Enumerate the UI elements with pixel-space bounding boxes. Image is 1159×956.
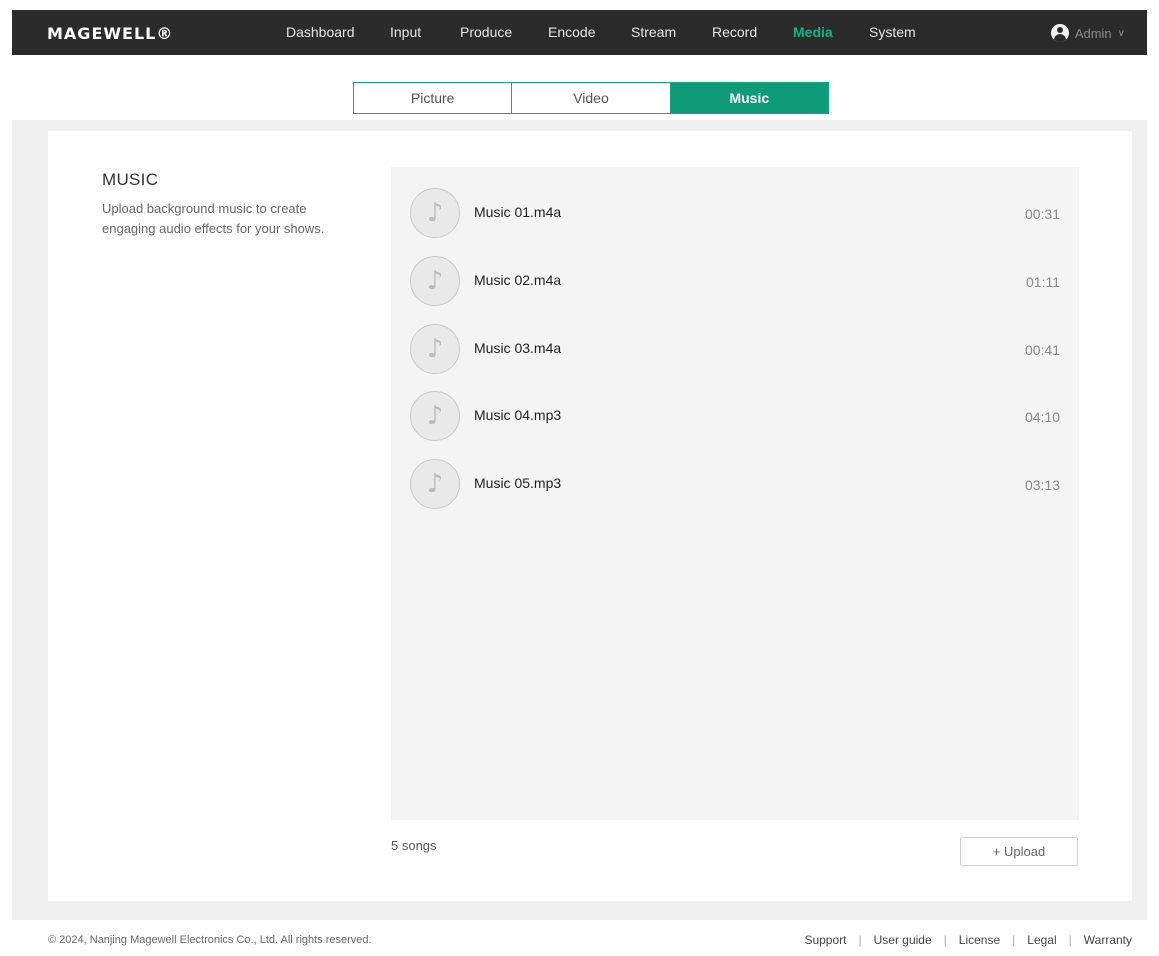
nav-item-media[interactable]: Media xyxy=(793,24,833,40)
list-item[interactable]: ♪ Music 01.m4a 00:31 xyxy=(391,182,1079,242)
footer-links: Support | User guide | License | Legal |… xyxy=(804,933,1132,947)
nav-item-input[interactable]: Input xyxy=(390,24,421,40)
music-file-name: Music 01.m4a xyxy=(474,204,562,220)
list-item[interactable]: ♪ Music 05.mp3 03:13 xyxy=(391,453,1079,513)
upload-button[interactable]: + Upload xyxy=(960,837,1078,866)
music-note-icon: ♪ xyxy=(410,256,460,306)
section-title: MUSIC xyxy=(102,170,159,189)
footer-separator: | xyxy=(858,933,862,947)
music-file-name: Music 04.mp3 xyxy=(474,407,562,423)
list-item[interactable]: ♪ Music 04.mp3 04:10 xyxy=(391,385,1079,445)
user-name: Admin xyxy=(1074,25,1112,41)
footer-separator: | xyxy=(1068,933,1072,947)
footer-separator: | xyxy=(1012,933,1016,947)
tab-picture[interactable]: Picture xyxy=(354,83,513,113)
footer-link-support[interactable]: Support xyxy=(804,933,846,947)
song-count: 5 songs xyxy=(391,838,437,853)
music-note-icon: ♪ xyxy=(410,188,460,238)
chevron-down-icon: ∨ xyxy=(1117,27,1125,39)
music-file-name: Music 02.m4a xyxy=(474,272,562,288)
nav-item-system[interactable]: System xyxy=(869,24,916,40)
list-item[interactable]: ♪ Music 02.m4a 01:11 xyxy=(391,250,1079,310)
music-note-icon: ♪ xyxy=(410,459,460,509)
magewell-logo[interactable]: MAGEWELL® xyxy=(47,24,173,43)
list-item[interactable]: ♪ Music 03.m4a 00:41 xyxy=(391,318,1079,378)
user-avatar-icon xyxy=(1050,24,1069,42)
media-type-tabs: Picture Video Music xyxy=(353,82,829,114)
footer-link-warranty[interactable]: Warranty xyxy=(1084,933,1132,947)
user-menu[interactable]: Admin ∨ xyxy=(1050,23,1125,43)
nav-item-record[interactable]: Record xyxy=(712,24,757,40)
section-description: Upload background music to create engagi… xyxy=(102,201,325,236)
tab-video[interactable]: Video xyxy=(512,83,671,113)
nav-item-produce[interactable]: Produce xyxy=(460,24,512,40)
music-duration: 01:11 xyxy=(1026,274,1060,290)
nav-item-encode[interactable]: Encode xyxy=(548,24,595,40)
nav-item-dashboard[interactable]: Dashboard xyxy=(286,24,355,40)
music-file-name: Music 03.m4a xyxy=(474,340,562,356)
footer-link-user-guide[interactable]: User guide xyxy=(874,933,932,947)
tab-music[interactable]: Music xyxy=(670,83,828,113)
music-duration: 00:41 xyxy=(1024,342,1060,358)
footer-link-legal[interactable]: Legal xyxy=(1027,933,1056,947)
footer-copyright: © 2024, Nanjing Magewell Electronics Co.… xyxy=(48,934,372,946)
footer-separator: | xyxy=(943,933,947,947)
nav-item-stream[interactable]: Stream xyxy=(631,24,676,40)
music-duration: 03:13 xyxy=(1024,477,1060,493)
music-note-icon: ♪ xyxy=(410,324,460,374)
footer-link-license[interactable]: License xyxy=(959,933,1000,947)
top-navigation-bar: MAGEWELL® Dashboard Input Produce Encode… xyxy=(12,10,1147,55)
music-duration: 00:31 xyxy=(1024,206,1060,222)
music-file-name: Music 05.mp3 xyxy=(474,475,562,491)
music-note-icon: ♪ xyxy=(410,391,460,441)
music-list: ♪ Music 01.m4a 00:31 ♪ Music 02.m4a 01:1… xyxy=(391,167,1079,820)
music-duration: 04:10 xyxy=(1024,409,1060,425)
